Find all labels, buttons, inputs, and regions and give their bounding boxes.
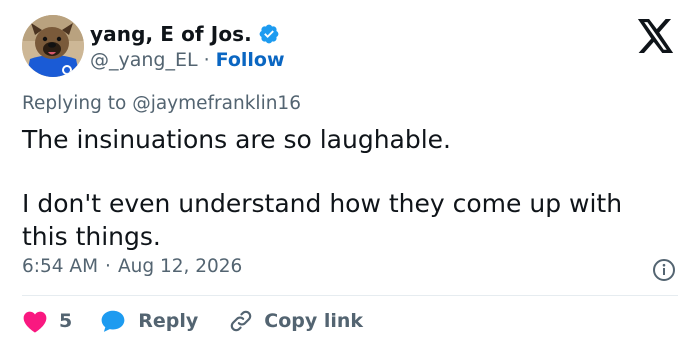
replying-to-line: Replying to @jaymefranklin16	[22, 93, 301, 114]
tweet-paragraph: The insinuations are so laughable.	[22, 125, 452, 154]
copy-link-label: Copy link	[264, 310, 364, 332]
dog-avatar-image	[22, 15, 84, 77]
verified-badge-icon	[259, 24, 279, 44]
author-handle[interactable]: @_yang_EL	[90, 49, 198, 71]
author-name-row: yang, E of Jos.	[90, 21, 280, 47]
follow-button[interactable]: Follow	[216, 49, 285, 71]
tweet-embed-card: yang, E of Jos. @_yang_EL · Follow Reply…	[0, 0, 700, 348]
copy-link-button[interactable]: Copy link	[228, 308, 363, 334]
replying-to-mention[interactable]: @jaymefranklin16	[132, 93, 301, 114]
divider	[22, 295, 678, 296]
tweet-date: Aug 12, 2026	[117, 256, 243, 277]
like-button[interactable]: 5	[22, 309, 72, 333]
author-handle-row: @_yang_EL · Follow	[90, 49, 285, 71]
x-logo-icon[interactable]	[637, 19, 675, 53]
tweet-paragraph: I don't even understand how they come up…	[22, 189, 623, 251]
link-icon	[231, 310, 252, 332]
reply-label: Reply	[138, 310, 199, 332]
tweet-text: The insinuations are so laughable. I don…	[22, 123, 672, 253]
like-count: 5	[59, 310, 73, 332]
separator-dot: ·	[203, 49, 210, 71]
tweet-timestamp[interactable]: 6:54 AM · Aug 12, 2026	[22, 256, 242, 277]
reply-button[interactable]: Reply	[100, 309, 198, 333]
avatar[interactable]	[22, 15, 84, 77]
replying-to-prefix: Replying to	[22, 93, 127, 114]
heart-icon	[23, 311, 47, 333]
action-bar: 5 Reply Copy link	[22, 307, 363, 335]
author-display-name[interactable]: yang, E of Jos.	[90, 22, 252, 46]
reply-bubble-icon	[101, 310, 125, 332]
tweet-time: 6:54 AM	[22, 256, 99, 277]
info-icon[interactable]	[652, 258, 676, 282]
separator-dot: ·	[105, 256, 111, 277]
